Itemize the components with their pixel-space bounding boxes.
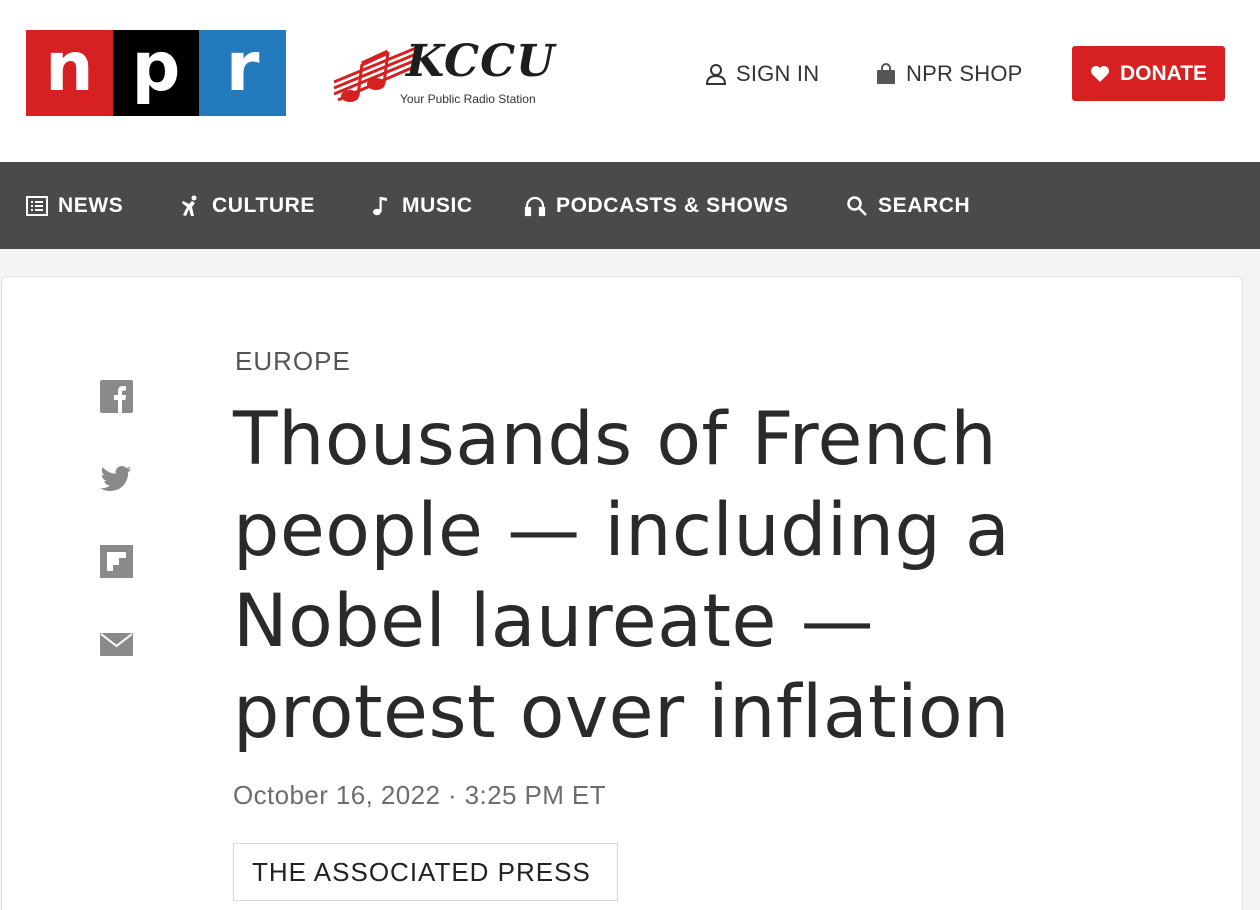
sign-in-label: SIGN IN xyxy=(736,61,820,86)
npr-logo[interactable]: n p r xyxy=(26,30,287,116)
article-headline: Thousands of French people — including a… xyxy=(233,397,1011,755)
heart-icon xyxy=(1090,65,1109,82)
nav-item-culture[interactable]: CULTURE xyxy=(180,162,315,249)
site-header: n p r KCCU Your Public Radio Station SIG… xyxy=(0,0,1260,162)
shopping-bag-icon xyxy=(877,63,895,84)
news-icon xyxy=(26,195,48,216)
npr-shop-label: NPR SHOP xyxy=(906,61,1023,86)
station-tagline: Your Public Radio Station xyxy=(400,92,536,106)
donate-label: DONATE xyxy=(1119,61,1208,85)
user-icon xyxy=(705,64,727,85)
music-note-icon xyxy=(373,196,387,215)
npr-logo-r: r xyxy=(199,30,287,116)
nav-item-podcasts[interactable]: PODCASTS & SHOWS xyxy=(524,162,788,249)
donate-button[interactable]: DONATE xyxy=(1072,46,1225,101)
article-byline: THE ASSOCIATED PRESS xyxy=(233,843,618,901)
npr-logo-p: p xyxy=(112,30,200,116)
share-facebook-button[interactable] xyxy=(100,380,133,413)
share-twitter-button[interactable] xyxy=(100,462,133,495)
nav-podcasts-label: PODCASTS & SHOWS xyxy=(556,193,789,217)
share-flipboard-button[interactable] xyxy=(100,545,133,578)
share-email-button[interactable] xyxy=(100,628,133,661)
article-section-slug[interactable]: EUROPE xyxy=(235,346,351,377)
main-nav: NEWS CULTURE MUSIC PODCASTS & SHOWS SEAR… xyxy=(0,162,1260,249)
facebook-icon xyxy=(100,380,133,413)
station-name: KCCU xyxy=(406,36,556,87)
nav-culture-label: CULTURE xyxy=(212,193,315,217)
byline-source: THE ASSOCIATED PRESS xyxy=(252,856,591,887)
nav-search-label: SEARCH xyxy=(878,193,971,217)
culture-icon xyxy=(182,195,197,216)
headphones-icon xyxy=(524,196,546,216)
nav-music-label: MUSIC xyxy=(402,193,473,217)
sign-in-link[interactable]: SIGN IN xyxy=(704,58,819,90)
email-icon xyxy=(100,633,133,656)
nav-item-news[interactable]: NEWS xyxy=(26,162,123,249)
nav-news-label: NEWS xyxy=(58,193,124,217)
npr-shop-link[interactable]: NPR SHOP xyxy=(874,58,1023,90)
twitter-icon xyxy=(100,466,131,491)
nav-item-music[interactable]: MUSIC xyxy=(370,162,473,249)
npr-logo-n: n xyxy=(26,30,113,116)
flipboard-icon xyxy=(100,545,133,578)
station-logo[interactable]: KCCU Your Public Radio Station xyxy=(328,30,568,112)
nav-item-search[interactable]: SEARCH xyxy=(846,162,970,249)
article-dateline: October 16, 2022 · 3:25 PM ET xyxy=(233,780,606,810)
search-icon xyxy=(847,195,867,216)
